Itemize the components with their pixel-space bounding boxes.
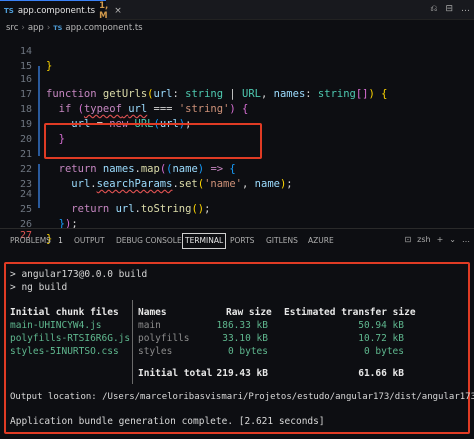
close-icon[interactable]: ×: [114, 6, 122, 16]
code-line: 19 }: [0, 102, 474, 145]
editor-tab-bar: TS app.component.ts 1, M × ⎌ ⊟ …: [0, 0, 474, 21]
tab-debug-console[interactable]: DEBUG CONSOLE: [116, 235, 182, 249]
typescript-icon: TS: [4, 6, 14, 15]
column-header-raw: Raw size: [226, 307, 272, 318]
chunk-raw-size: 33.10 kB: [222, 333, 268, 344]
code-editor[interactable]: 14 } 15 16 function getUrls(url: string …: [0, 36, 474, 245]
code-line: 24 return url.toString();: [0, 172, 474, 215]
chunk-transfer-size: 0 bytes: [363, 346, 404, 357]
code-line: 18 url = new URL(url);: [0, 87, 474, 130]
total-transfer-size: 61.66 kB: [358, 368, 404, 379]
problems-count: 1: [58, 236, 63, 245]
chunk-name: styles: [138, 346, 173, 357]
column-header-transfer: Estimated transfer size: [284, 307, 416, 318]
terminal-actions: ⊡ zsh + ⌄ …: [404, 235, 470, 244]
tab-output[interactable]: OUTPUT: [74, 235, 105, 249]
tab-title: app.component.ts: [17, 5, 96, 16]
chunk-name: main: [138, 320, 161, 331]
build-complete-message: Application bundle generation complete. …: [10, 416, 325, 427]
more-actions-icon[interactable]: …: [462, 235, 470, 244]
add-terminal-icon[interactable]: +: [437, 235, 444, 244]
chunk-file: main-UHINCYW4.js: [10, 320, 102, 331]
chevron-down-icon[interactable]: ⌄: [449, 235, 456, 244]
column-header-files: Initial chunk files: [10, 307, 119, 318]
tab-terminal[interactable]: TERMINAL: [182, 233, 227, 249]
panel-tab-bar: PROBLEMS 1 OUTPUT DEBUG CONSOLE TERMINAL…: [0, 228, 474, 252]
code-line: 25 });: [0, 187, 474, 230]
chunk-transfer-size: 10.72 kB: [358, 333, 404, 344]
code-line: 27: [0, 213, 474, 241]
compare-icon[interactable]: ⎌: [430, 4, 437, 14]
terminal-line: > angular173@0.0.0 build: [10, 269, 148, 280]
tab-ports[interactable]: PORTS: [230, 235, 254, 249]
tab-modified-badge: 1, M: [99, 0, 109, 21]
tab-app-component[interactable]: TS app.component.ts 1, M ×: [0, 0, 122, 21]
code-line: 17 if (typeof url === 'string') {: [0, 72, 474, 115]
code-line: 16 function getUrls(url: string | URL, n…: [0, 57, 474, 100]
more-actions-icon[interactable]: …: [461, 4, 470, 14]
code-line: 14 }: [0, 29, 474, 72]
shell-name[interactable]: zsh: [417, 235, 430, 244]
tab-gitlens[interactable]: GITLENS: [266, 235, 298, 249]
chunk-name: polyfills: [138, 333, 190, 344]
chunk-file: styles-5INURTSO.css: [10, 346, 119, 357]
code-highlight-box: [44, 123, 262, 159]
chunk-raw-size: 0 bytes: [227, 346, 268, 357]
tab-azure[interactable]: AZURE: [308, 235, 334, 249]
editor-actions: ⎌ ⊟ …: [430, 4, 470, 14]
total-label: Initial total: [138, 368, 213, 379]
output-location: Output location: /Users/marceloribasvism…: [10, 392, 474, 402]
terminal-icon: ⊡: [404, 235, 412, 244]
terminal-line: > ng build: [10, 282, 68, 293]
chunk-file: polyfills-RTSI6R6G.js: [10, 333, 131, 344]
chunk-transfer-size: 50.94 kB: [358, 320, 404, 331]
total-raw-size: 219.43 kB: [216, 368, 268, 379]
column-header-names: Names: [138, 307, 167, 318]
tab-problems[interactable]: PROBLEMS 1: [10, 235, 63, 249]
split-editor-icon[interactable]: ⊟: [445, 4, 453, 14]
chunk-raw-size: 186.33 kB: [216, 320, 268, 331]
column-divider: [132, 300, 133, 384]
